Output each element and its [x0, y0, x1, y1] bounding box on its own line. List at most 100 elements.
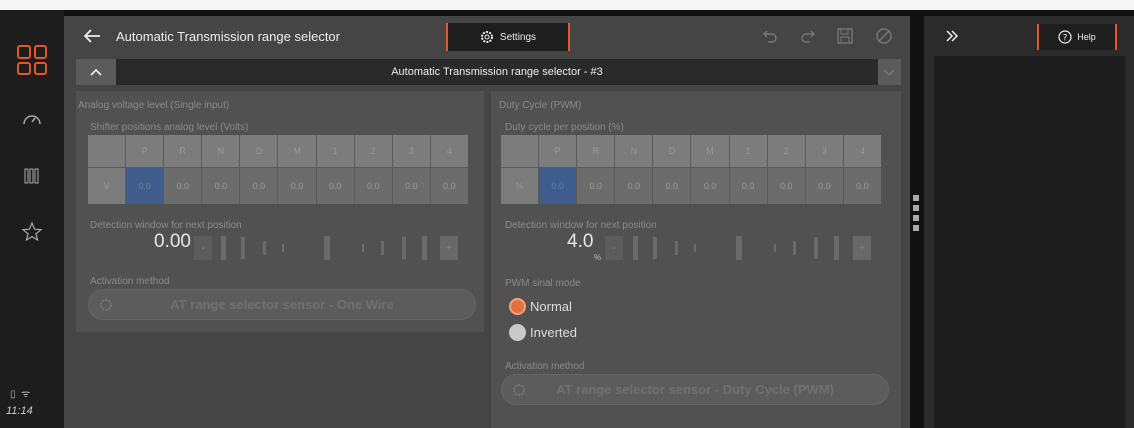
top-bar: Automatic Transmission range selector Se…	[64, 16, 910, 56]
position-header: 3	[392, 135, 430, 167]
panel-resize-handle[interactable]	[913, 195, 919, 235]
value-cell[interactable]: 0.0	[653, 168, 691, 204]
table-label: Duty cycle per position (%)	[505, 122, 624, 133]
detection-label: Detection window for next position	[90, 220, 242, 231]
gear-icon	[480, 31, 493, 43]
value-cell[interactable]: 0.0	[691, 168, 729, 204]
detection-value: 0.00	[154, 231, 191, 252]
radio-selected-icon	[509, 298, 526, 315]
value-cell[interactable]: 0.0	[843, 168, 881, 204]
position-header: 1	[316, 135, 354, 167]
double-chevron-right-icon[interactable]	[944, 28, 960, 44]
position-header: P	[539, 135, 577, 167]
gauge-icon	[23, 115, 41, 125]
books-icon	[24, 168, 39, 184]
activation-method-select[interactable]: AT range selector sensor - Duty Cycle (P…	[501, 374, 889, 405]
value-cell[interactable]: 0.0	[202, 168, 240, 204]
corner-cell	[501, 135, 539, 167]
home-grid-icon	[17, 45, 47, 75]
value-cell[interactable]: 0.0	[164, 168, 202, 204]
increment-button[interactable]: +	[853, 236, 871, 260]
position-header: P	[126, 135, 164, 167]
settings-tab[interactable]: Settings	[446, 23, 570, 51]
help-tab[interactable]: ? Help	[1037, 24, 1117, 50]
value-cell[interactable]: 0.0	[392, 168, 430, 204]
position-header: 1	[729, 135, 767, 167]
section-bar: Automatic Transmission range selector - …	[76, 59, 901, 85]
decrement-button[interactable]: -	[605, 236, 623, 260]
settings-label: Settings	[499, 31, 537, 43]
favorites-button[interactable]	[0, 210, 64, 254]
star-icon	[21, 221, 43, 242]
redo-icon[interactable]	[798, 26, 818, 46]
page-title: Automatic Transmission range selector	[116, 29, 340, 44]
row-label: V	[88, 168, 126, 204]
section-title: Automatic Transmission range selector - …	[116, 59, 878, 85]
chevron-down-icon[interactable]	[882, 68, 896, 78]
analog-voltage-card: Analog voltage level (Single input) Shif…	[76, 91, 484, 332]
position-header: N	[615, 135, 653, 167]
position-header: R	[164, 135, 202, 167]
value-cell[interactable]: 0.0	[126, 168, 164, 204]
value-cell[interactable]: 0.0	[539, 168, 577, 204]
value-cell[interactable]: 0.0	[729, 168, 767, 204]
wifi-icon: ᯤ	[21, 389, 31, 400]
library-button[interactable]	[0, 154, 64, 198]
position-header: N	[202, 135, 240, 167]
radio-label: Normal	[530, 299, 572, 314]
radio-label: Inverted	[530, 325, 577, 340]
increment-button[interactable]: +	[440, 236, 458, 260]
gear-icon	[513, 384, 525, 396]
radio-inverted[interactable]: Inverted	[509, 324, 577, 341]
clock: 11:14	[6, 405, 33, 417]
back-arrow-icon[interactable]	[80, 24, 104, 48]
main-panel: Automatic Transmission range selector Se…	[64, 16, 910, 428]
value-cell[interactable]: 0.0	[240, 168, 278, 204]
position-header: 4	[843, 135, 881, 167]
radio-unselected-icon	[509, 324, 526, 341]
help-label: Help	[1077, 32, 1096, 42]
chevron-up-icon	[90, 68, 102, 76]
position-header: M	[691, 135, 729, 167]
value-cell[interactable]: 0.0	[767, 168, 805, 204]
left-nav: ▯ ᯤ	[0, 10, 64, 428]
position-header: M	[278, 135, 316, 167]
duty-cycle-table: P R N D M 1 2 3 4 % 0.0 0.0 0.0 0.0 0.0 …	[501, 135, 881, 204]
position-header: 2	[767, 135, 805, 167]
battery-icon: ▯	[10, 389, 16, 400]
card-title: Analog voltage level (Single input)	[78, 100, 230, 111]
activation-method-select[interactable]: AT range selector sensor - One Wire	[88, 289, 476, 320]
card-title: Duty Cycle (PWM)	[499, 100, 582, 111]
position-header: 4	[430, 135, 468, 167]
value-cell[interactable]: 0.0	[316, 168, 354, 204]
svg-text:?: ?	[1063, 34, 1068, 44]
corner-cell	[88, 135, 126, 167]
value-cell[interactable]: 0.0	[577, 168, 615, 204]
save-icon[interactable]	[835, 26, 855, 46]
value-cell[interactable]: 0.0	[615, 168, 653, 204]
pwm-mode-label: PWM sinal mode	[505, 278, 581, 289]
help-icon: ?	[1058, 30, 1072, 44]
collapse-button[interactable]	[76, 59, 116, 85]
value-cell[interactable]: 0.0	[430, 168, 468, 204]
row-label: %	[501, 168, 539, 204]
activation-label: Activation method	[90, 276, 170, 287]
detection-label: Detection window for next position	[505, 220, 657, 231]
position-header: D	[653, 135, 691, 167]
value-cell[interactable]: 0.0	[354, 168, 392, 204]
home-button[interactable]	[0, 38, 64, 82]
table-label: Shifter positions analog level (Volts)	[90, 122, 249, 133]
decrement-button[interactable]: -	[194, 236, 212, 260]
gear-icon	[100, 299, 112, 311]
value-cell[interactable]: 0.0	[278, 168, 316, 204]
position-header: 2	[354, 135, 392, 167]
detection-unit: %	[594, 253, 602, 262]
radio-normal[interactable]: Normal	[509, 298, 572, 315]
undo-icon[interactable]	[760, 26, 780, 46]
voltage-table: P R N D M 1 2 3 4 V 0.0 0.0 0.0 0.0 0.0 …	[88, 135, 468, 204]
dashboard-button[interactable]	[0, 98, 64, 142]
position-header: R	[577, 135, 615, 167]
cancel-icon[interactable]	[874, 26, 894, 46]
value-cell[interactable]: 0.0	[805, 168, 843, 204]
help-content	[934, 56, 1125, 428]
